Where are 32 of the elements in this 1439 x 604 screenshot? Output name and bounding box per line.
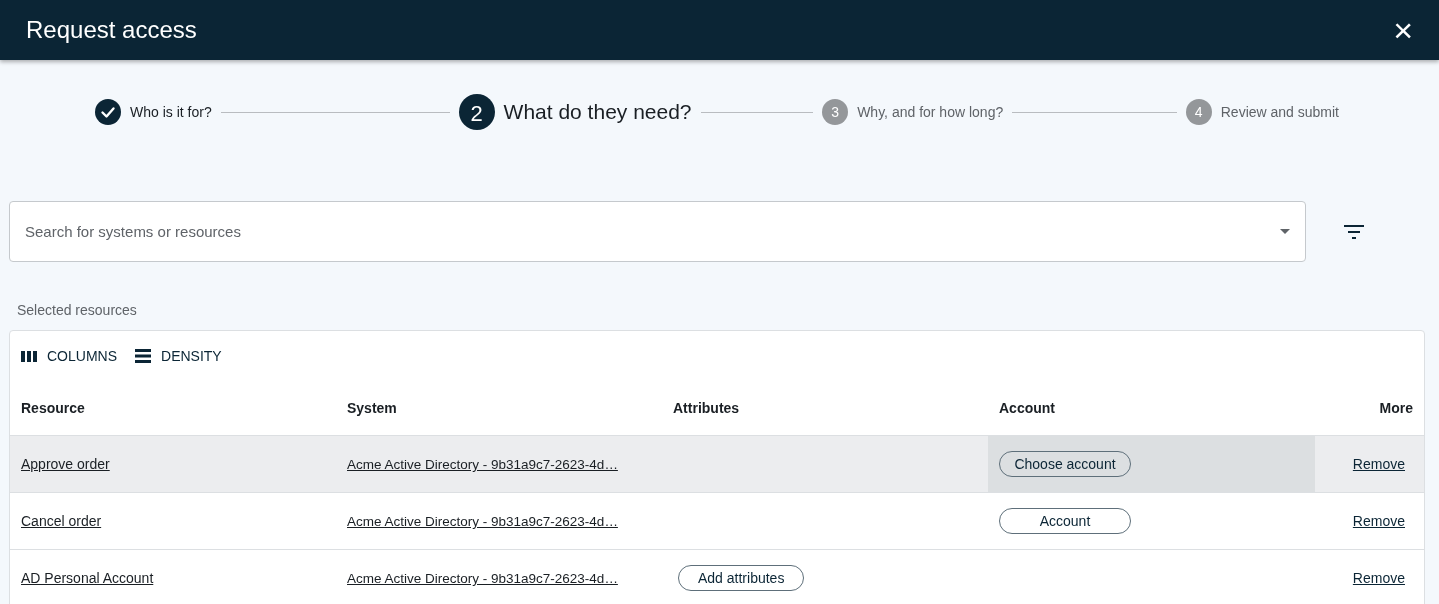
- step-number: 4: [1185, 99, 1212, 125]
- system-link[interactable]: Acme Active Directory - 9b31a9c7-2623-4d…: [347, 571, 618, 586]
- density-icon: [135, 349, 151, 363]
- resource-link[interactable]: Cancel order: [21, 513, 102, 529]
- column-header: Attributes: [673, 400, 740, 416]
- step-number: 3: [822, 99, 849, 125]
- columns-icon: [21, 350, 37, 362]
- section-label: Selected resources: [17, 301, 138, 320]
- remove-link[interactable]: Remove: [1352, 513, 1405, 529]
- step-label: Review and submit: [1220, 102, 1339, 122]
- system-link[interactable]: Acme Active Directory - 9b31a9c7-2623-4d…: [347, 457, 618, 472]
- system-link[interactable]: Acme Active Directory - 9b31a9c7-2623-4d…: [347, 514, 618, 529]
- remove-link[interactable]: Remove: [1352, 570, 1405, 586]
- resource-link[interactable]: AD Personal Account: [21, 570, 154, 586]
- step-label: Why, and for how long?: [857, 102, 1004, 122]
- column-header: System: [347, 400, 397, 416]
- column-header: Resource: [21, 400, 85, 416]
- column-header: Account: [999, 400, 1055, 416]
- columns-button[interactable]: COLUMNS: [21, 345, 117, 367]
- search-field[interactable]: Search for systems or resources: [9, 201, 1306, 262]
- step-label: Who is it for?: [130, 102, 212, 122]
- column-header: More: [1379, 400, 1413, 416]
- close-button[interactable]: ×: [1393, 13, 1413, 47]
- dropdown-caret-icon[interactable]: [1280, 229, 1290, 234]
- step-label: What do they need?: [503, 99, 692, 126]
- step-number: 2: [458, 94, 495, 130]
- density-button[interactable]: DENSITY: [135, 345, 222, 367]
- resource-link[interactable]: Approve order: [21, 456, 110, 472]
- remove-link[interactable]: Remove: [1352, 456, 1405, 472]
- filter-icon[interactable]: [1344, 224, 1364, 239]
- table-row[interactable]: Approve order Acme Active Directory - 9b31a9c7-2623-4d… Choose account Remove: [10, 436, 1424, 493]
- dialog-title: Request access: [26, 15, 197, 45]
